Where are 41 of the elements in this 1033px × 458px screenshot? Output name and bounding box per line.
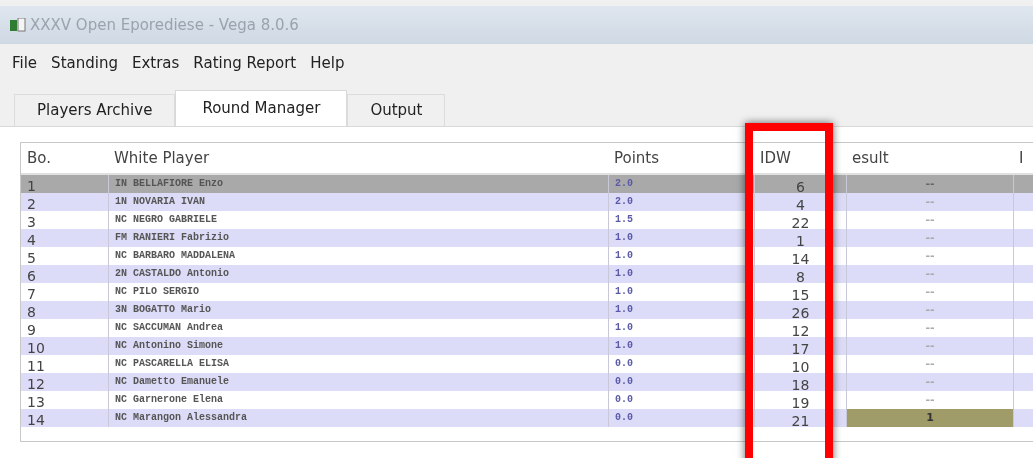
table-cell-text: 5 bbox=[26, 249, 37, 265]
menu-item[interactable]: Standing bbox=[51, 51, 118, 75]
table-cell-text: 6 bbox=[26, 267, 37, 283]
table-row[interactable]: 4 FM RANIERI Fabrizio 1.0 1 -- bbox=[21, 229, 1033, 247]
column-header[interactable]: esult bbox=[846, 146, 1013, 170]
table-cell: 0.0 bbox=[608, 409, 754, 427]
table-cell-text: 13 bbox=[26, 393, 46, 409]
menu-item[interactable]: Rating Report bbox=[193, 51, 297, 75]
column-header[interactable]: IDW bbox=[754, 146, 846, 170]
column-header[interactable]: I bbox=[1013, 146, 1033, 170]
menu-item[interactable]: File bbox=[12, 51, 38, 75]
table-row[interactable]: 12 NC Dametto Emanuele 0.0 18 -- bbox=[21, 373, 1033, 391]
column-header[interactable]: White Player bbox=[108, 146, 608, 170]
table-row[interactable]: 1 IN BELLAFIORE Enzo 2.0 6 -- bbox=[21, 175, 1033, 193]
menu-item[interactable]: Help bbox=[310, 51, 345, 75]
table-cell-text: 10 bbox=[26, 339, 46, 355]
tab[interactable]: Players Archive bbox=[14, 94, 176, 126]
table-row[interactable]: 6 2N CASTALDO Antonio 1.0 8 -- bbox=[21, 265, 1033, 283]
menu-item[interactable]: Extras bbox=[131, 51, 180, 75]
table-cell-text: 11 bbox=[26, 357, 46, 373]
table-row[interactable]: 10 NC Antonino Simone 1.0 17 -- bbox=[21, 337, 1033, 355]
table-row[interactable]: 2 1N NOVARIA IVAN 2.0 4 -- bbox=[21, 193, 1033, 211]
table-cell-text: 4 bbox=[26, 231, 37, 247]
table-row[interactable]: 14 NC Marangon Alessandra 0.0 21 1 bbox=[21, 409, 1033, 427]
tab[interactable]: Output bbox=[347, 94, 446, 126]
table-row[interactable]: 8 3N BOGATTO Mario 1.0 26 -- bbox=[21, 301, 1033, 319]
column-header[interactable]: Bo. bbox=[21, 146, 108, 170]
app-icon bbox=[10, 18, 26, 32]
table-cell-text: 1 bbox=[26, 177, 37, 193]
tab[interactable]: Round Manager bbox=[175, 90, 348, 126]
table-cell-text: 8 bbox=[26, 303, 37, 319]
table-cell-text: 9 bbox=[26, 321, 37, 337]
table-cell-text: 7 bbox=[26, 285, 37, 301]
table-cell-text: 2 bbox=[26, 195, 37, 211]
table-cell: NC Marangon Alessandra bbox=[108, 409, 608, 427]
table-cell-text: 14 bbox=[26, 411, 46, 427]
table-cell-text: 3 bbox=[26, 213, 37, 229]
column-header[interactable]: Points bbox=[608, 146, 754, 170]
table-cell-text: 12 bbox=[26, 375, 46, 391]
window-title: XXXV Open Eporediese - Vega 8.0.6 bbox=[30, 14, 299, 36]
table-cell: 1 bbox=[846, 409, 1013, 427]
